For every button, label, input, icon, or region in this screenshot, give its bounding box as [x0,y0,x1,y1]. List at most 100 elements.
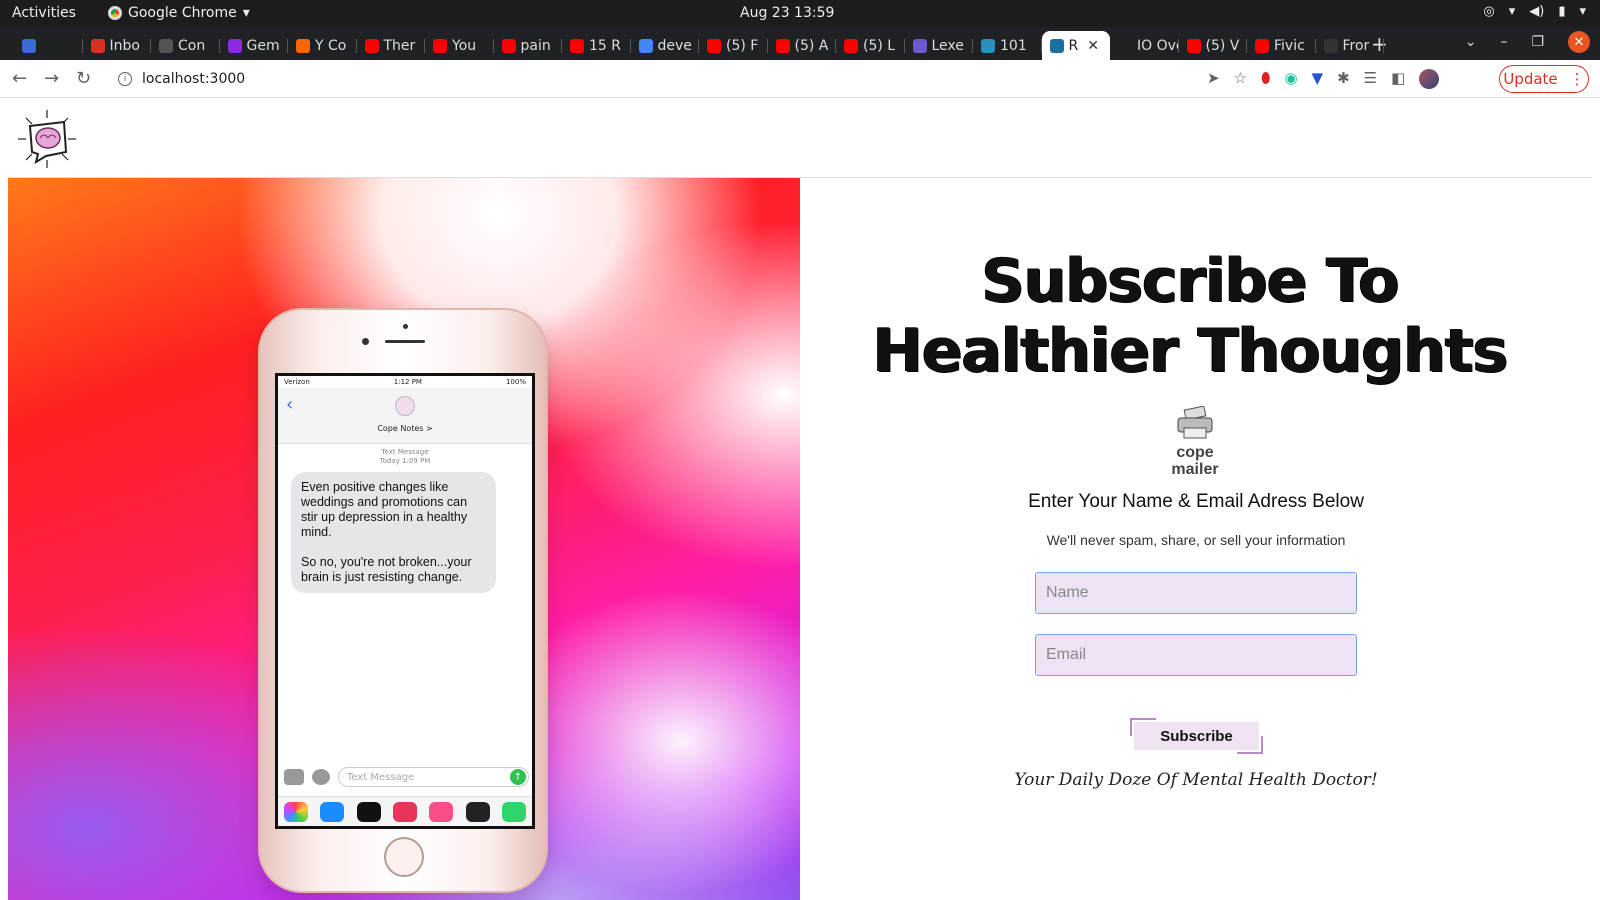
tab-favicon-icon [981,38,995,53]
browser-tab[interactable]: Ther [357,31,425,60]
camera-icon [284,769,304,785]
tab-strip: + ⌄ – ❐ ✕ Inbo Con Gem Y Co Ther You pain 15 Rd… [0,27,1600,60]
tab-label: Fror [1342,37,1370,54]
browser-tab[interactable]: You [425,31,494,60]
tab-label: You [452,37,477,54]
message-input: Text Message ↑ [338,767,529,787]
tab-label: IO Ove [1137,37,1179,54]
message-input-placeholder: Text Message [347,771,415,783]
browser-tab[interactable]: 101 [973,31,1042,60]
tab-label: Con [178,37,206,54]
reading-list-icon[interactable]: ☰ [1364,69,1377,89]
bookmark-star-icon[interactable]: ☆ [1234,69,1247,89]
browser-tab[interactable]: Inbo [83,31,151,60]
close-tab-icon[interactable]: ✕ [1087,38,1099,54]
minimize-icon[interactable]: – [1500,34,1507,50]
subscribe-button[interactable]: Subscribe [1134,722,1259,750]
app-menu[interactable]: Google Chrome ▾ [108,5,250,21]
phone-time: 1:12 PM [393,378,422,386]
back-chevron-icon: ‹ [286,394,294,415]
extensions-puzzle-icon[interactable]: ✱ [1337,69,1350,89]
tab-favicon-icon [501,38,516,53]
tab-label: Fivic [1274,37,1305,54]
apple-pay-icon [356,801,381,822]
url-text[interactable]: localhost:3000 [142,71,245,87]
page-title: Subscribe To Healthier Thoughts [872,246,1509,386]
chrome-icon [108,6,122,20]
tab-favicon-icon [364,38,379,53]
subscribe-button-frame: Subscribe [1130,718,1263,754]
app-name: Google Chrome [128,5,237,21]
update-label: Update [1503,70,1558,88]
contact-header: ‹ Cope Notes > [278,388,532,444]
address-bar[interactable]: i localhost:3000 [110,64,1260,94]
system-clock[interactable]: Aug 23 13:59 [740,5,834,21]
restore-icon[interactable]: ❐ [1531,34,1544,50]
whatsapp-icon[interactable]: ◎ [1483,4,1494,19]
opera-extension-icon[interactable]: ⬮ [1261,69,1270,89]
browser-tab[interactable]: pain [494,31,562,60]
forward-icon[interactable]: → [44,68,59,89]
browser-tab[interactable]: deve [631,31,699,60]
battery-label: 100% [505,378,526,386]
tab-favicon-icon [775,38,790,53]
tab-label: deve [657,37,692,54]
grammarly-extension-icon[interactable]: ◉ [1284,69,1297,89]
volume-icon[interactable]: ◀) [1529,4,1544,19]
browser-tab[interactable]: (5) V [1179,31,1247,60]
browser-tab[interactable]: (5) L [836,31,905,60]
back-icon[interactable]: ← [12,68,27,89]
phone-mockup: Verizon 1:12 PM 100% ‹ Cope Notes > Text… [258,308,548,893]
browser-tab[interactable]: (5) F [699,31,768,60]
tab-active[interactable]: R ✕ [1041,31,1110,60]
browser-tab[interactable]: Gem [220,31,288,60]
tab-label: Lexe [931,37,964,54]
browser-tab[interactable]: 15 R [562,31,631,60]
browser-tab[interactable]: Y Co [288,31,357,60]
tab-favicon-icon [844,38,858,53]
tab-search-icon[interactable]: ⌄ [1465,34,1477,50]
activities-button[interactable]: Activities [12,5,76,21]
form-title: Enter Your Name & Email Adress Below [1028,491,1364,512]
message-type: Text Message [381,448,429,456]
email-input[interactable] [1035,634,1357,676]
close-window-icon[interactable]: ✕ [1568,31,1590,53]
privacy-note: We'll never spam, share, or sell your in… [1046,532,1346,548]
profile-avatar[interactable] [1419,69,1440,89]
browser-tab[interactable]: Fror [1316,31,1384,60]
battery-icon[interactable]: ▮ [1558,4,1565,19]
phone-screen: Verizon 1:12 PM 100% ‹ Cope Notes > Text… [275,373,535,829]
tab-favicon-icon [433,38,447,53]
power-menu-icon[interactable]: ▾ [1579,4,1586,19]
tab-label: (5) F [726,37,759,54]
reload-icon[interactable]: ↻ [76,68,91,89]
browser-tab[interactable]: (5) A [768,31,836,60]
browser-tab[interactable] [14,31,83,60]
tab-favicon-icon [912,38,927,53]
site-info-icon[interactable]: i [118,72,132,86]
contact-name: Cope Notes > [377,424,433,433]
logo-text-cope: cope [1176,444,1214,461]
update-button[interactable]: Update ⋮ [1499,65,1589,93]
music-icon [429,801,454,822]
browser-tab[interactable]: Lexe [905,31,973,60]
brain-logo-icon[interactable] [16,108,78,170]
system-tray[interactable]: ◎ ▾ ◀) ▮ ▾ [1483,4,1586,19]
send-tab-icon[interactable]: ➤ [1207,69,1220,89]
browser-tab[interactable]: IO Ove [1110,31,1179,60]
imessage-app-dock [278,796,532,826]
logo-text-mailer: mailer [1171,461,1219,478]
browser-tab[interactable]: Con [151,31,220,60]
vpn-extension-icon[interactable]: ▼ [1312,69,1324,89]
browser-tab[interactable]: Fivic [1247,31,1316,60]
name-input[interactable] [1035,572,1357,614]
wifi-icon[interactable]: ▾ [1509,4,1516,19]
search-images-icon [392,801,417,822]
phone-home-button [384,837,424,877]
tab-favicon-icon [296,38,310,53]
side-panel-icon[interactable]: ◧ [1391,69,1405,89]
tab-favicon-icon [227,38,242,53]
more-menu-icon: ⋮ [1569,70,1585,88]
carrier-label: Verizon [284,378,310,386]
tab-label: Inbo [109,37,140,54]
